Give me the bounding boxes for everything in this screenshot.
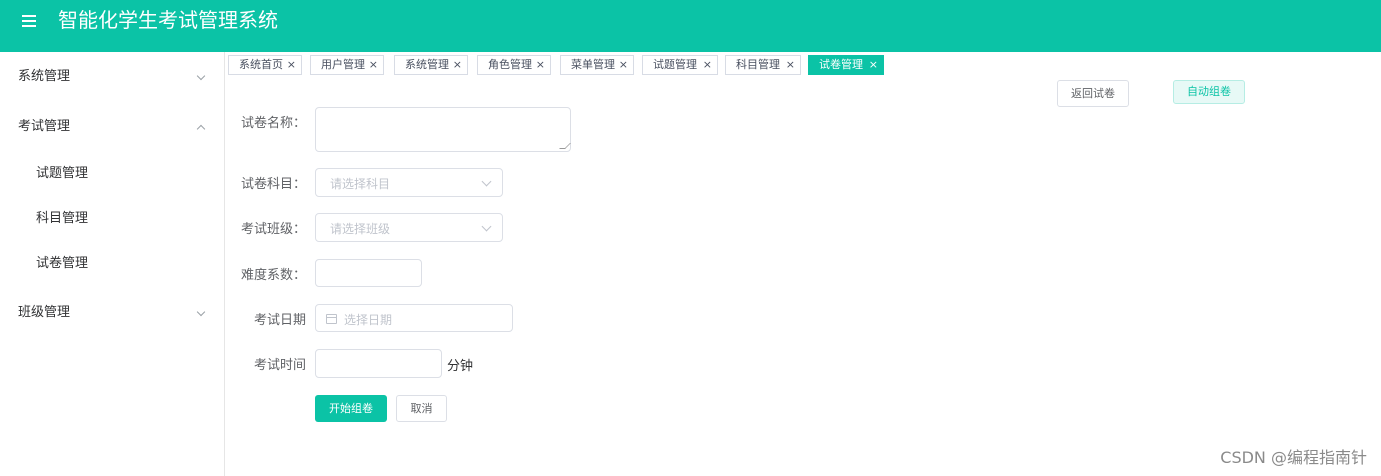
chevron-up-icon (196, 124, 206, 134)
sidebar-item-exam[interactable]: 考试管理 (0, 104, 224, 150)
tab-menus[interactable]: 菜单管理 × (560, 55, 634, 75)
calendar-icon (326, 314, 337, 324)
sidebar-item-label: 班级管理 (18, 305, 71, 320)
close-icon[interactable]: × (369, 56, 378, 74)
tab-label: 试卷管理 (819, 58, 863, 71)
class-select-placeholder: 请选择班级 (330, 222, 391, 236)
watermark: CSDN @编程指南针 (1220, 448, 1367, 467)
app-title: 智能化学生考试管理系统 (58, 8, 278, 32)
close-icon[interactable]: × (536, 56, 545, 74)
exam-date-label: 考试日期 (254, 313, 307, 328)
close-icon[interactable]: × (453, 56, 462, 74)
app-header: 智能化学生考试管理系统 (0, 0, 1381, 52)
exam-class-label: 考试班级： (241, 222, 307, 237)
chevron-down-icon (481, 221, 492, 232)
sidebar-item-subjects[interactable]: 科目管理 (0, 196, 224, 242)
chevron-down-icon (481, 176, 492, 187)
minutes-unit: 分钟 (447, 359, 474, 374)
sidebar: 系统管理 考试管理 试题管理 科目管理 试卷管理 班级管理 (0, 52, 225, 476)
sidebar-item-label: 考试管理 (18, 119, 71, 134)
subject-select-placeholder: 请选择科目 (330, 177, 391, 191)
tab-system[interactable]: 系统管理 × (394, 55, 468, 75)
sidebar-item-papers[interactable]: 试卷管理 (0, 241, 224, 287)
tab-papers[interactable]: 试卷管理 × (808, 55, 884, 75)
sidebar-item-system[interactable]: 系统管理 (0, 54, 224, 100)
exam-time-input[interactable] (315, 349, 442, 378)
cancel-button[interactable]: 取消 (396, 395, 447, 422)
paper-name-label: 试卷名称： (241, 116, 307, 131)
difficulty-input[interactable] (315, 259, 422, 287)
paper-name-textarea[interactable] (315, 107, 571, 152)
sidebar-item-class[interactable]: 班级管理 (0, 290, 224, 336)
tab-label: 菜单管理 (571, 58, 615, 71)
paper-subject-label: 试卷科目： (241, 177, 307, 192)
tab-label: 用户管理 (321, 58, 365, 71)
difficulty-label: 难度系数： (241, 268, 307, 283)
tab-label: 试题管理 (653, 58, 697, 71)
start-compose-button[interactable]: 开始组卷 (315, 395, 387, 422)
subject-select[interactable]: 请选择科目 (315, 168, 503, 197)
close-icon[interactable]: × (703, 56, 712, 74)
resize-handle-icon[interactable] (559, 143, 571, 149)
class-select[interactable]: 请选择班级 (315, 213, 503, 242)
tab-subjects[interactable]: 科目管理 × (725, 55, 801, 75)
exam-date-picker[interactable]: 选择日期 (315, 304, 513, 332)
close-icon[interactable]: × (869, 56, 878, 74)
auto-compose-button[interactable]: 自动组卷 (1173, 80, 1245, 104)
close-icon[interactable]: × (786, 56, 795, 74)
back-to-papers-button[interactable]: 返回试卷 (1057, 80, 1129, 107)
sidebar-item-label: 试题管理 (36, 166, 89, 181)
sidebar-item-label: 科目管理 (36, 211, 89, 226)
sidebar-item-label: 试卷管理 (36, 256, 89, 271)
chevron-down-icon (196, 71, 206, 81)
date-placeholder: 选择日期 (344, 313, 393, 327)
tab-users[interactable]: 用户管理 × (310, 55, 384, 75)
close-icon[interactable]: × (619, 56, 628, 74)
exam-time-label: 考试时间 (254, 358, 307, 373)
tab-label: 系统管理 (405, 58, 449, 71)
sidebar-item-questions[interactable]: 试题管理 (0, 151, 224, 197)
tab-home[interactable]: 系统首页 × (228, 55, 302, 75)
menu-icon[interactable] (20, 12, 40, 32)
tab-roles[interactable]: 角色管理 × (477, 55, 551, 75)
tab-questions[interactable]: 试题管理 × (642, 55, 718, 75)
tab-label: 科目管理 (736, 58, 780, 71)
tab-label: 系统首页 (239, 58, 283, 71)
close-icon[interactable]: × (287, 56, 296, 74)
tab-label: 角色管理 (488, 58, 532, 71)
sidebar-item-label: 系统管理 (18, 69, 71, 84)
chevron-down-icon (196, 307, 206, 317)
